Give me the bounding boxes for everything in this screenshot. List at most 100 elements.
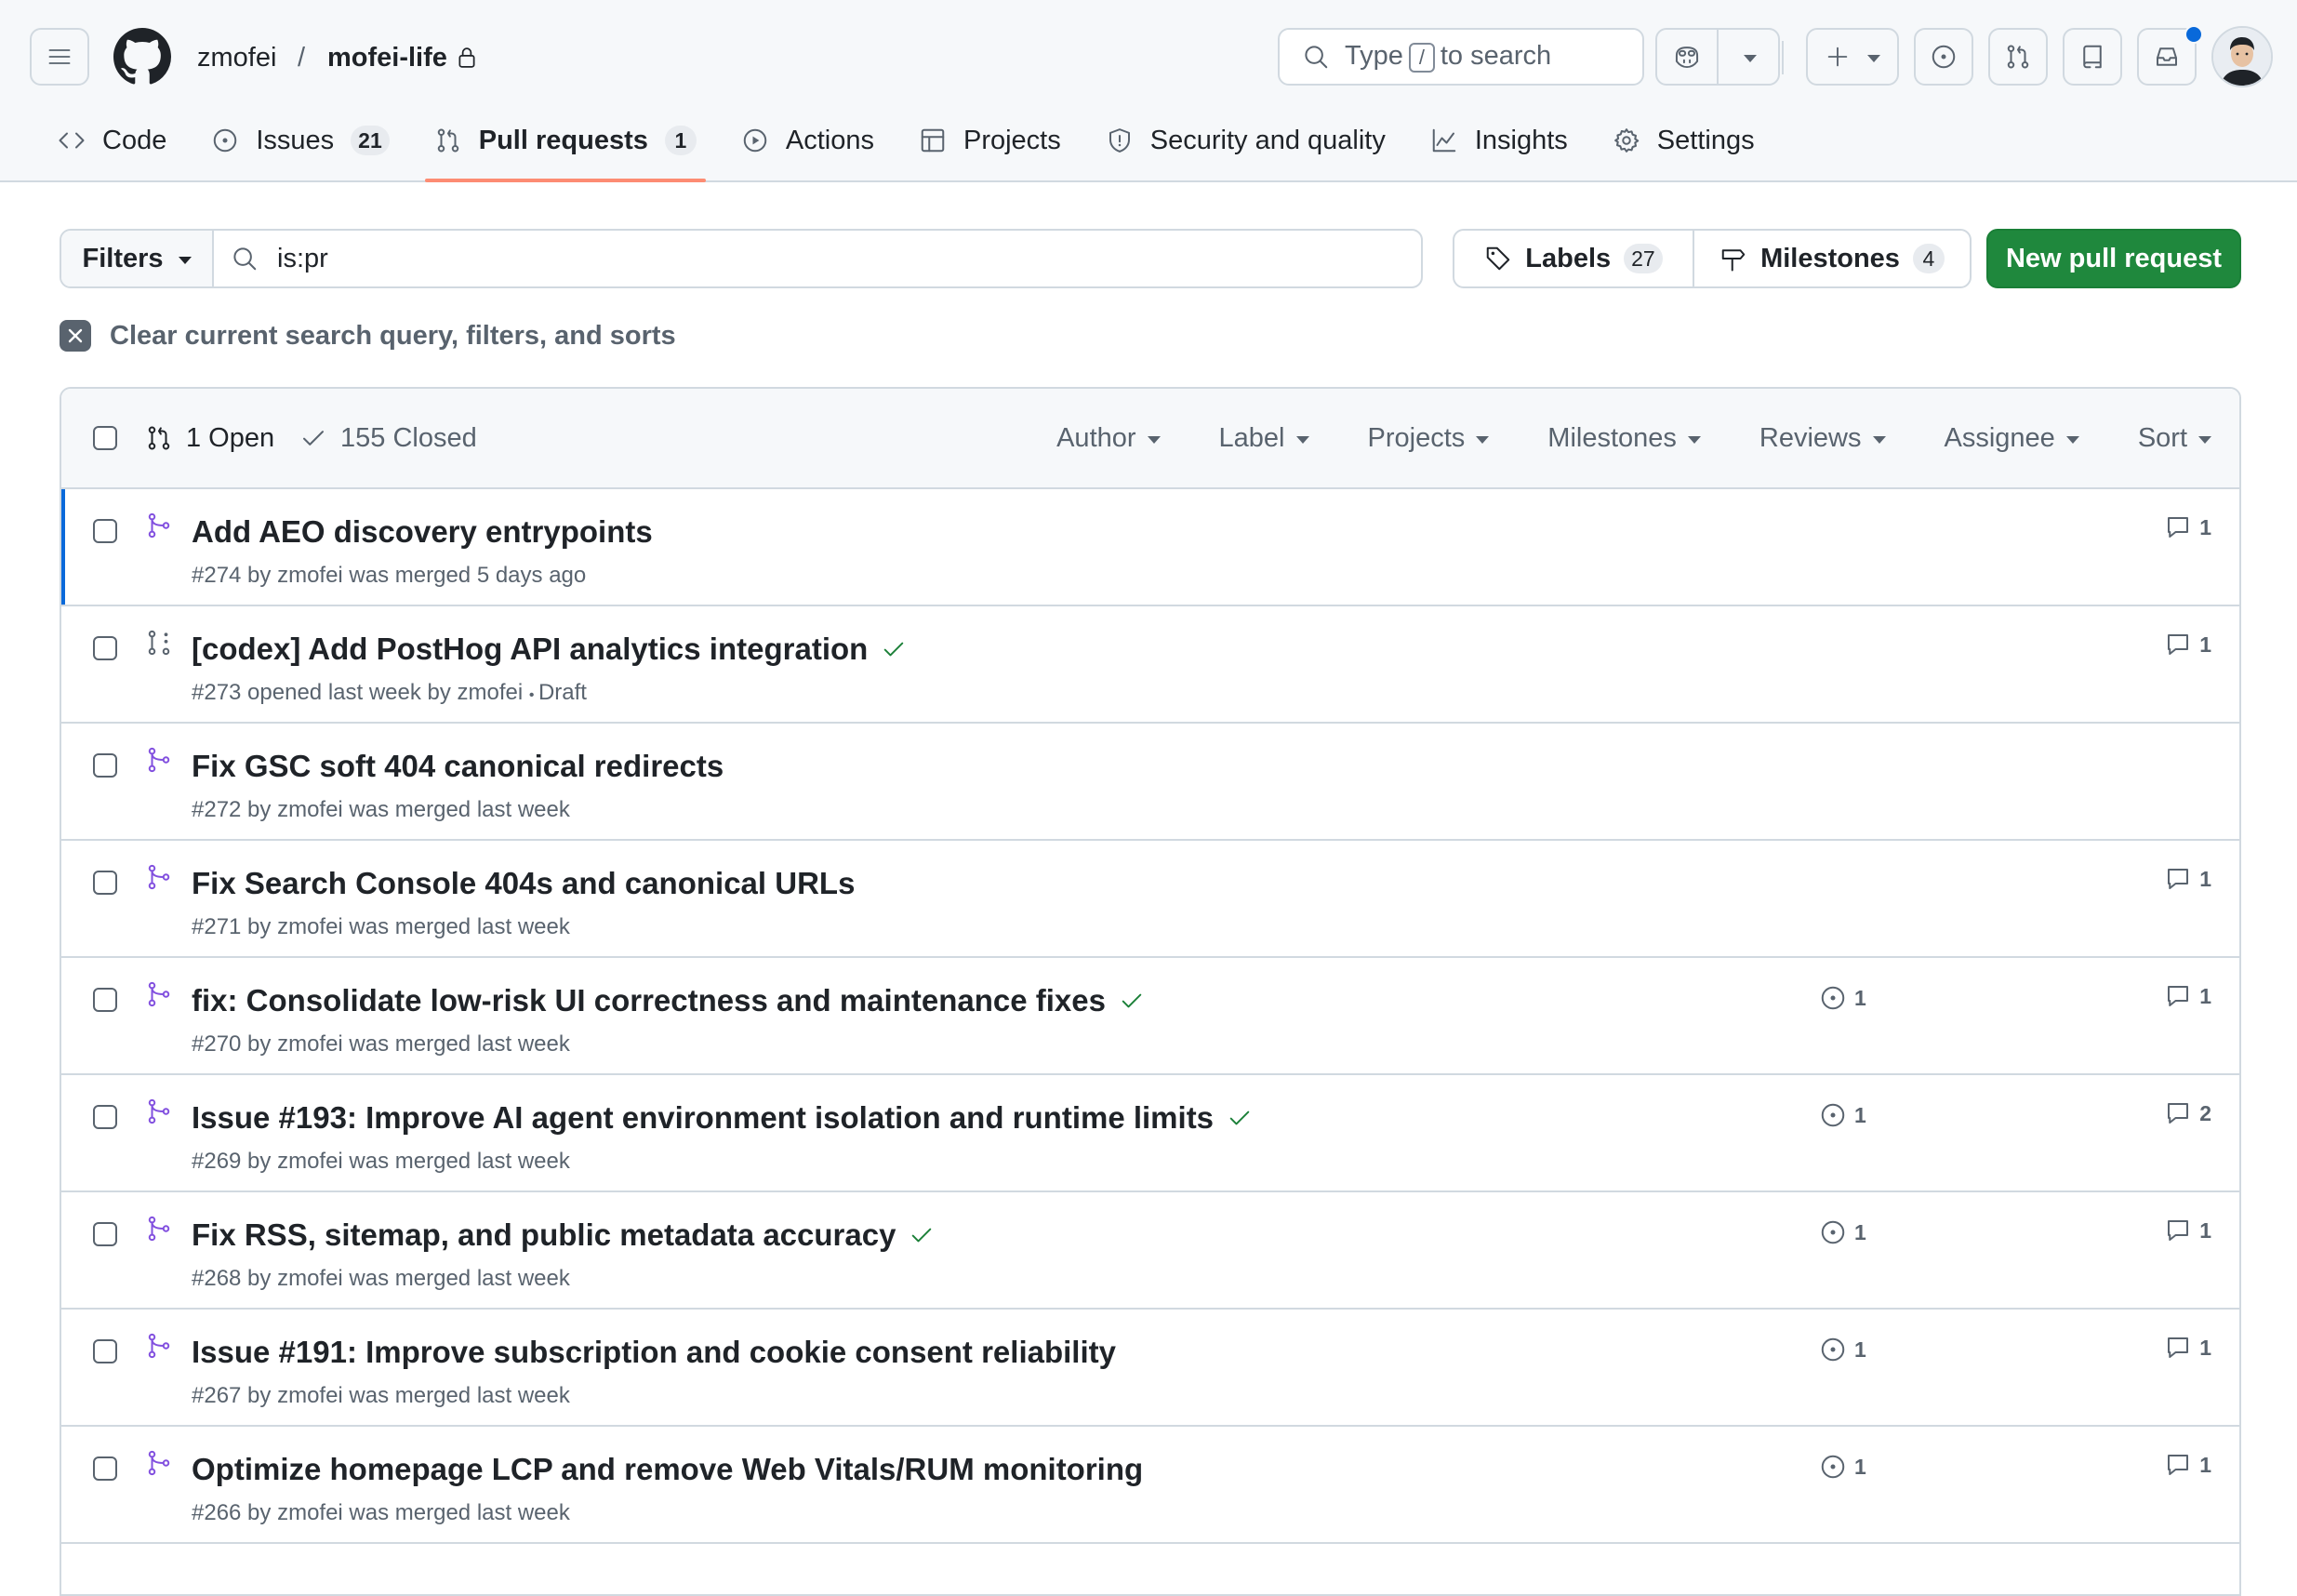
author-filter-label: Author — [1056, 422, 1136, 453]
tab-settings[interactable]: Settings — [1596, 113, 1772, 167]
projects-filter-label: Projects — [1367, 422, 1466, 453]
pr-title-link[interactable]: Fix RSS, sitemap, and public metadata ac… — [192, 1215, 935, 1256]
row-checkbox[interactable] — [93, 1222, 117, 1246]
table-row[interactable]: Issue #191: Improve subscription and coo… — [61, 1310, 2239, 1427]
table-row[interactable]: Fix GSC soft 404 canonical redirects #27… — [61, 724, 2239, 841]
milestones-button[interactable]: Milestones 4 — [1694, 231, 1970, 286]
assignee-filter-button[interactable]: Assignee — [1945, 423, 2079, 454]
reviews-filter-button[interactable]: Reviews — [1759, 423, 1886, 454]
issue-opened-icon — [214, 128, 237, 153]
table-row[interactable]: fix: Consolidate low-risk UI correctness… — [61, 958, 2239, 1075]
new-pull-request-button[interactable]: New pull request — [1986, 229, 2241, 288]
git-pull-request-icon — [2007, 45, 2029, 69]
tab-code[interactable]: Code — [41, 113, 183, 167]
comments-link[interactable]: 1 — [2164, 1217, 2211, 1244]
check-passed-icon[interactable] — [881, 636, 907, 662]
comments-link[interactable]: 1 — [2164, 631, 2211, 658]
table-row[interactable]: [codex] Add PostHog API analytics integr… — [61, 606, 2239, 724]
row-checkbox[interactable] — [93, 1456, 117, 1481]
your-pull-requests-button[interactable] — [1988, 28, 2048, 86]
tab-projects[interactable]: Projects — [902, 113, 1078, 167]
pr-meta: #267 by zmofei was merged last week — [192, 1380, 570, 1412]
row-checkbox[interactable] — [93, 871, 117, 895]
copilot-menu-button[interactable] — [1717, 30, 1778, 84]
pr-title: [codex] Add PostHog API analytics integr… — [192, 632, 869, 666]
clear-filters-link[interactable]: Clear current search query, filters, and… — [60, 320, 676, 352]
table-row[interactable]: Optimize homepage LCP and remove Web Vit… — [61, 1427, 2239, 1544]
tab-security[interactable]: Security and quality — [1089, 113, 1402, 167]
milestones-filter-button[interactable]: Milestones — [1547, 423, 1701, 454]
chevron-down-icon — [178, 256, 192, 264]
create-new-button[interactable] — [1806, 28, 1899, 86]
check-passed-icon[interactable] — [1227, 1105, 1253, 1131]
repo-name-link[interactable]: mofei-life — [327, 39, 477, 76]
user-avatar[interactable] — [2211, 26, 2273, 87]
row-checkbox[interactable] — [93, 753, 117, 778]
table-row[interactable]: Fix RSS, sitemap, and public metadata ac… — [61, 1192, 2239, 1310]
linked-issues-link[interactable]: 1 — [1819, 984, 1866, 1012]
labels-button[interactable]: Labels 27 — [1454, 231, 1694, 286]
linked-issues-link[interactable]: 1 — [1819, 1453, 1866, 1481]
tab-actions[interactable]: Actions — [724, 113, 891, 167]
copilot-button[interactable] — [1657, 30, 1717, 84]
repo-nav-tabs: Code Issues 21 Pull requests 1 Actions P… — [41, 113, 1783, 182]
pr-meta: #271 by zmofei was merged last week — [192, 911, 570, 943]
tab-pull-requests[interactable]: Pull requests 1 — [418, 113, 713, 182]
pr-title-link[interactable]: Fix GSC soft 404 canonical redirects — [192, 746, 724, 787]
label-filter-button[interactable]: Label — [1219, 423, 1309, 454]
row-checkbox[interactable] — [93, 988, 117, 1012]
linked-issues-link[interactable]: 1 — [1819, 1336, 1866, 1363]
pr-title-link[interactable]: Issue #193: Improve AI agent environment… — [192, 1097, 1253, 1138]
open-menu-button[interactable] — [30, 28, 89, 86]
pull-request-list: 1 Open 155 Closed Author Label Projects … — [60, 387, 2241, 1596]
projects-filter-button[interactable]: Projects — [1368, 423, 1490, 454]
check-passed-icon[interactable] — [909, 1222, 935, 1248]
search-input[interactable]: is:pr — [214, 231, 1421, 286]
linked-issues-link[interactable]: 1 — [1819, 1101, 1866, 1129]
global-search-button[interactable]: Type / to search — [1278, 28, 1644, 86]
row-checkbox[interactable] — [93, 1339, 117, 1363]
pr-title: Fix GSC soft 404 canonical redirects — [192, 749, 724, 783]
github-logo-icon[interactable] — [113, 28, 171, 86]
code-icon — [59, 132, 85, 149]
tab-label: Projects — [963, 125, 1061, 155]
comments-link[interactable]: 1 — [2164, 1334, 2211, 1362]
linked-issues-link[interactable]: 1 — [1819, 1218, 1866, 1246]
pr-title-link[interactable]: Optimize homepage LCP and remove Web Vit… — [192, 1449, 1143, 1490]
git-pull-request-icon — [148, 426, 170, 450]
filters-button[interactable]: Filters — [61, 231, 214, 286]
comments-link[interactable]: 1 — [2164, 1451, 2211, 1479]
pr-title-link[interactable]: [codex] Add PostHog API analytics integr… — [192, 629, 907, 670]
draft-label: Draft — [538, 680, 587, 705]
pr-title-link[interactable]: fix: Consolidate low-risk UI correctness… — [192, 980, 1145, 1021]
table-row[interactable]: Add AEO discovery entrypoints #274 by zm… — [61, 489, 2239, 606]
select-all-checkbox[interactable] — [93, 426, 117, 450]
tab-insights[interactable]: Insights — [1414, 113, 1585, 167]
your-issues-button[interactable] — [1914, 28, 1973, 86]
comments-count: 1 — [2199, 1335, 2211, 1360]
repositories-button[interactable] — [2063, 28, 2122, 86]
check-passed-icon[interactable] — [1119, 988, 1145, 1014]
comments-link[interactable]: 1 — [2164, 865, 2211, 893]
repo-owner-link[interactable]: zmofei — [197, 39, 276, 76]
author-filter-button[interactable]: Author — [1056, 422, 1161, 454]
sort-button[interactable]: Sort — [2138, 423, 2211, 454]
issues-count-badge: 21 — [351, 126, 390, 155]
row-checkbox[interactable] — [93, 636, 117, 660]
pr-title-link[interactable]: Fix Search Console 404s and canonical UR… — [192, 863, 855, 904]
tab-issues[interactable]: Issues 21 — [194, 113, 405, 167]
table-row[interactable]: Issue #193: Improve AI agent environment… — [61, 1075, 2239, 1192]
play-icon — [743, 128, 767, 153]
table-row[interactable]: Fix Search Console 404s and canonical UR… — [61, 841, 2239, 958]
pr-title-link[interactable]: Add AEO discovery entrypoints — [192, 512, 653, 552]
comments-link[interactable]: 1 — [2164, 982, 2211, 1010]
pr-meta-text: #267 by zmofei was merged last week — [192, 1383, 570, 1408]
pr-title-link[interactable]: Issue #191: Improve subscription and coo… — [192, 1332, 1116, 1373]
open-filter-link[interactable]: 1 Open — [145, 417, 274, 459]
comments-link[interactable]: 2 — [2164, 1099, 2211, 1127]
comments-link[interactable]: 1 — [2164, 513, 2211, 541]
chevron-down-icon — [1295, 435, 1309, 444]
row-checkbox[interactable] — [93, 519, 117, 543]
closed-filter-link[interactable]: 155 Closed — [299, 417, 477, 459]
row-checkbox[interactable] — [93, 1105, 117, 1129]
